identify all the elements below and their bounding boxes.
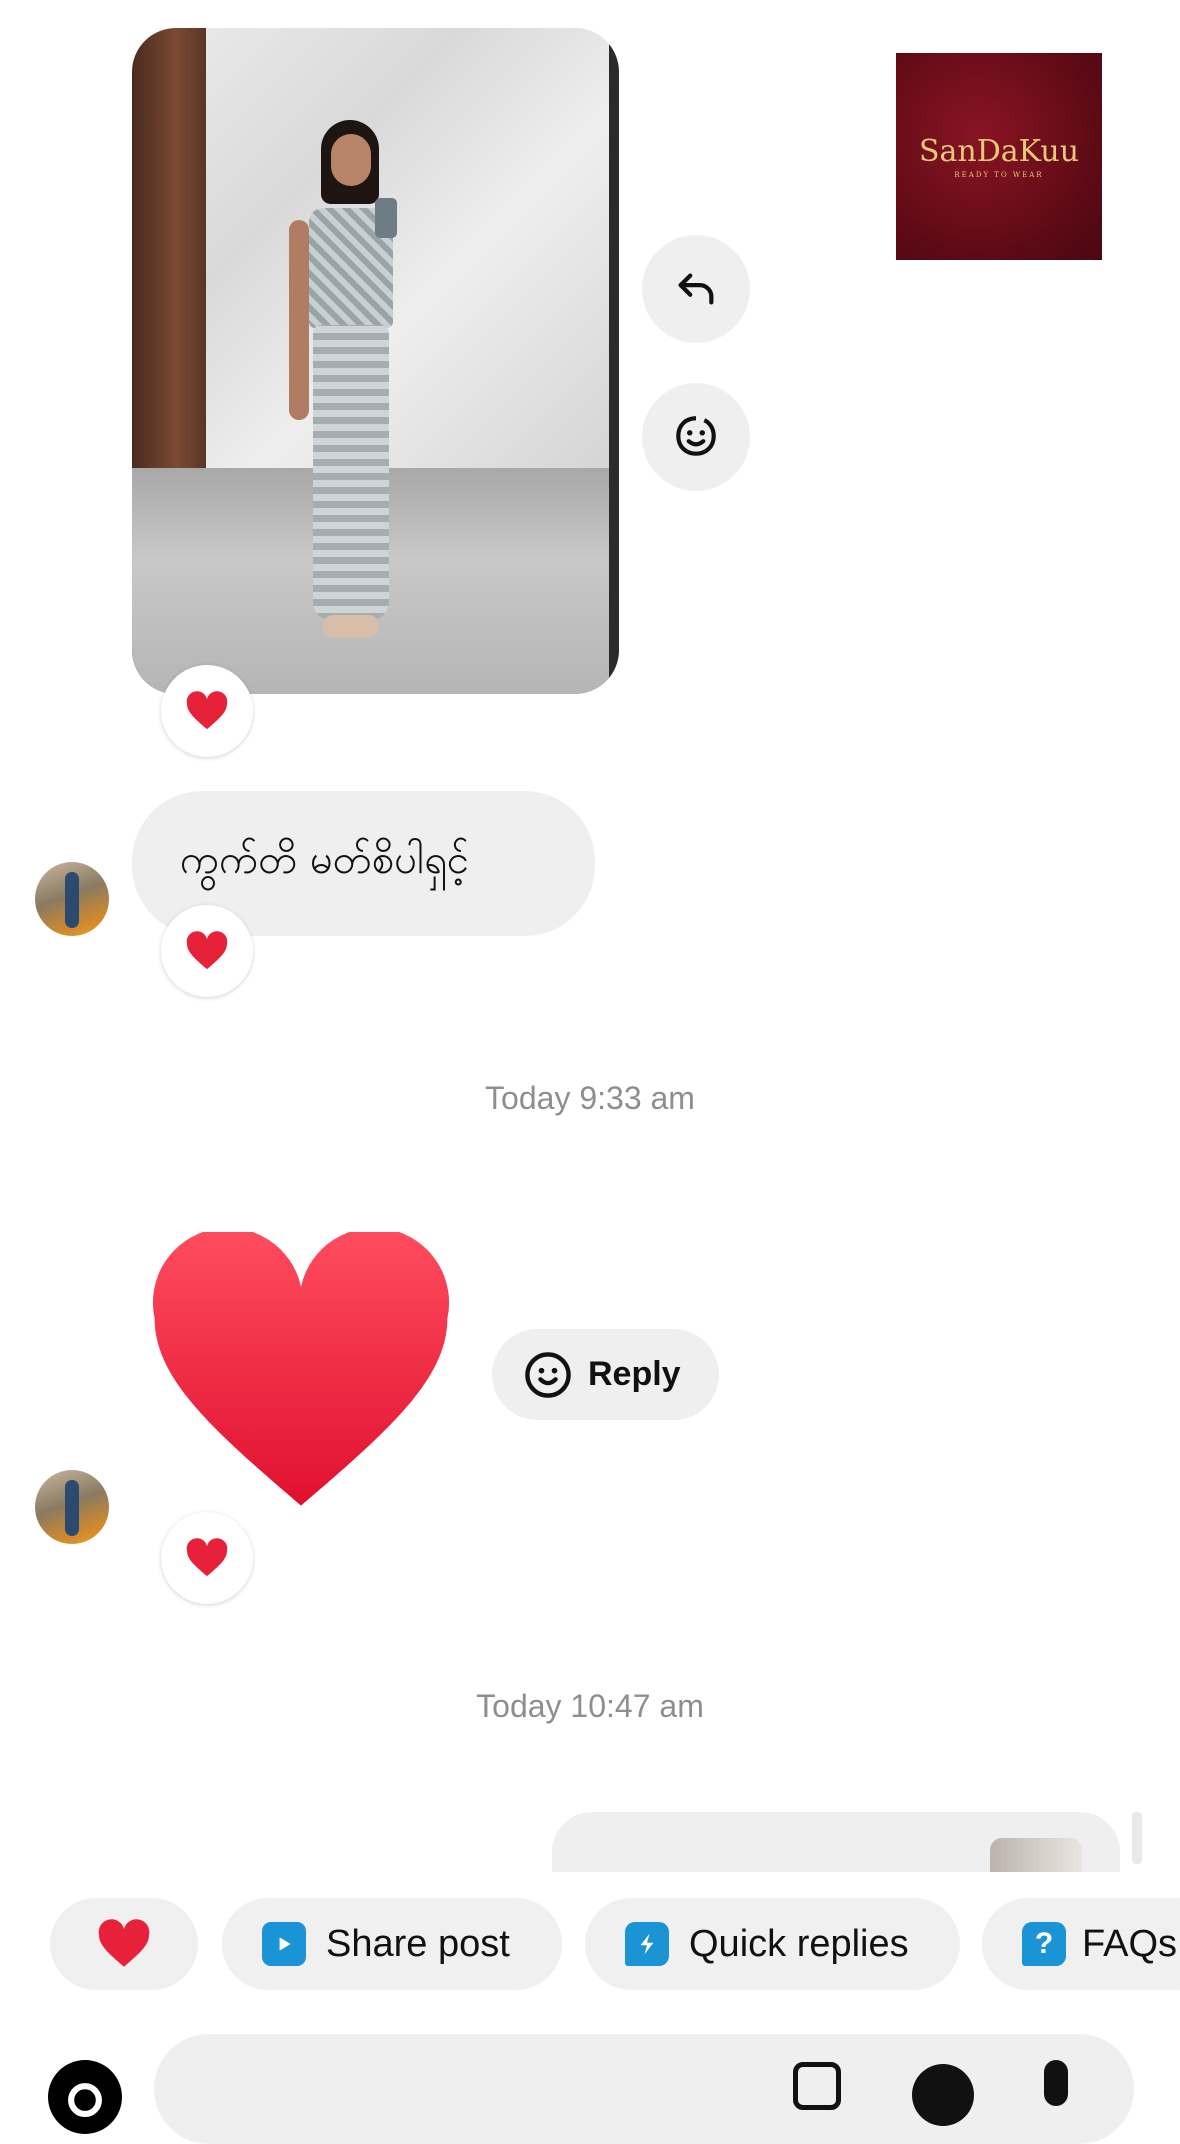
- message-composer[interactable]: [154, 2034, 1134, 2144]
- share-post-label: Share post: [326, 1922, 510, 1965]
- quick-replies-label: Quick replies: [689, 1922, 909, 1965]
- photo-message[interactable]: [132, 28, 619, 694]
- smiley-add-icon: [676, 416, 716, 456]
- logo-brand-text: SanDaKuu: [918, 134, 1080, 169]
- reply-button[interactable]: Reply: [492, 1329, 719, 1420]
- heart-icon: [186, 691, 228, 730]
- heart-icon: [186, 1538, 228, 1577]
- heart-reaction-badge[interactable]: [161, 905, 253, 997]
- heart-reaction-badge[interactable]: [161, 1512, 253, 1604]
- gallery-icon[interactable]: [793, 2062, 841, 2110]
- sender-avatar[interactable]: [35, 1470, 109, 1544]
- share-post-icon: [262, 1922, 306, 1966]
- camera-icon: [68, 2083, 102, 2118]
- microphone-icon[interactable]: [1044, 2060, 1068, 2106]
- photo-person: [279, 120, 419, 680]
- shared-post-thumbnail: [990, 1838, 1082, 1872]
- react-action-button[interactable]: [642, 383, 750, 491]
- text-message-content: ကွက်တိ မတ်စိပါရှင့်: [180, 837, 470, 883]
- message-timestamp: Today 9:33 am: [485, 1080, 695, 1116]
- quick-heart-chip[interactable]: [50, 1898, 198, 1990]
- smiley-icon: [525, 1351, 571, 1398]
- quick-replies-chip[interactable]: Quick replies: [585, 1898, 960, 1990]
- sender-avatar[interactable]: [35, 862, 109, 936]
- brand-logo: SanDaKuu READY TO WEAR: [896, 53, 1102, 260]
- outgoing-message-bubble[interactable]: [552, 1812, 1120, 1872]
- reply-action-button[interactable]: [642, 235, 750, 343]
- camera-button[interactable]: [48, 2060, 122, 2134]
- heart-icon: [186, 931, 228, 970]
- message-timestamp: Today 10:47 am: [476, 1688, 704, 1724]
- reply-label: Reply: [588, 1355, 681, 1393]
- photo-frame-edge: [609, 28, 619, 694]
- faqs-chip[interactable]: ? FAQs: [982, 1898, 1180, 1990]
- share-post-chip[interactable]: Share post: [222, 1898, 562, 1990]
- sticker-icon[interactable]: [912, 2064, 974, 2126]
- faq-icon: ?: [1022, 1922, 1066, 1966]
- quick-replies-icon: [625, 1922, 669, 1966]
- logo-tagline: READY TO WEAR: [954, 171, 1044, 179]
- faqs-label: FAQs: [1082, 1922, 1178, 1965]
- outgoing-side-bar: [1132, 1812, 1142, 1864]
- big-heart-icon[interactable]: [144, 1232, 458, 1512]
- reply-arrow-icon: [678, 273, 714, 305]
- heart-icon: [98, 1919, 150, 1967]
- heart-reaction-badge[interactable]: [161, 665, 253, 757]
